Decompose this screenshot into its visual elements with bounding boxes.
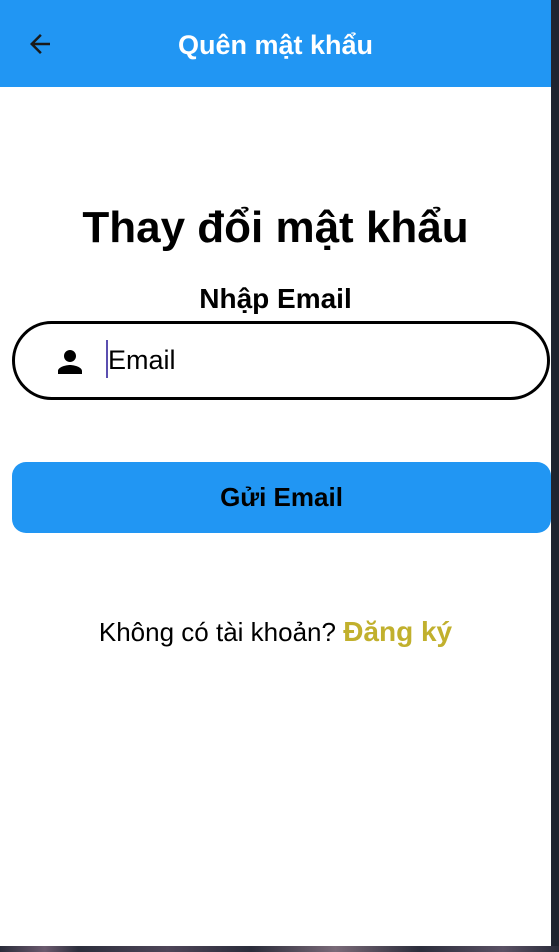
person-icon <box>58 350 82 374</box>
email-field[interactable] <box>12 321 550 400</box>
email-section-label: Nhập Email <box>199 283 352 314</box>
window-edge-right <box>551 0 559 952</box>
arrow-back-icon <box>30 34 50 54</box>
page-heading: Thay đổi mật khẩu <box>82 203 469 252</box>
signup-prompt: Không có tài khoản? <box>98 617 336 647</box>
signup-link[interactable]: Đăng ký <box>343 616 452 647</box>
back-button[interactable] <box>18 22 62 66</box>
window-edge-bottom <box>0 946 559 952</box>
email-input[interactable] <box>108 337 528 383</box>
app-bar-title: Quên mật khẩu <box>177 30 374 60</box>
app-bar: Quên mật khẩu <box>0 0 551 87</box>
send-email-button[interactable]: Gửi Email <box>12 462 551 533</box>
forgot-password-screen: Quên mật khẩu Thay đổi mật khẩu Nhập Ema… <box>0 0 551 946</box>
signup-row: Không có tài khoản? Đăng ký <box>0 612 551 652</box>
